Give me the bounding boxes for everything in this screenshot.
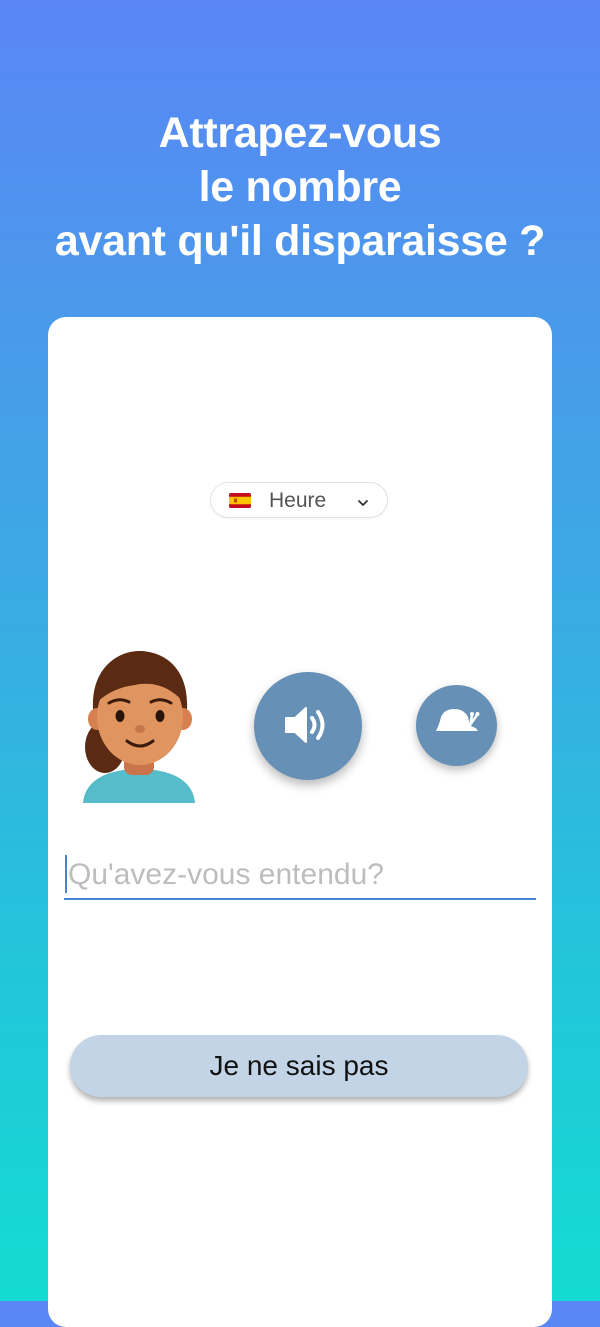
dont-know-button[interactable]: Je ne sais pas bbox=[70, 1035, 528, 1097]
headline: Attrapez-vous le nombre avant qu'il disp… bbox=[0, 106, 600, 268]
woman-avatar-icon bbox=[79, 647, 201, 803]
slow-playback-button[interactable] bbox=[416, 685, 497, 766]
headline-line-1: Attrapez-vous bbox=[158, 109, 442, 157]
text-cursor bbox=[65, 855, 67, 893]
speaker-icon bbox=[285, 707, 325, 743]
language-selector[interactable]: Heure bbox=[210, 482, 388, 518]
snail-icon bbox=[436, 709, 480, 731]
exercise-card: Heure Qu'avez-vous entendu? Je ne sais p… bbox=[48, 317, 552, 1327]
spain-flag-icon bbox=[229, 493, 251, 508]
headline-line-2: le nombre bbox=[198, 163, 402, 211]
chevron-down-icon bbox=[357, 495, 369, 506]
headline-line-3: avant qu'il disparaisse ? bbox=[54, 217, 546, 265]
language-selector-value: Heure bbox=[269, 489, 327, 512]
play-sound-button[interactable] bbox=[254, 672, 362, 780]
answer-input[interactable] bbox=[64, 852, 536, 900]
